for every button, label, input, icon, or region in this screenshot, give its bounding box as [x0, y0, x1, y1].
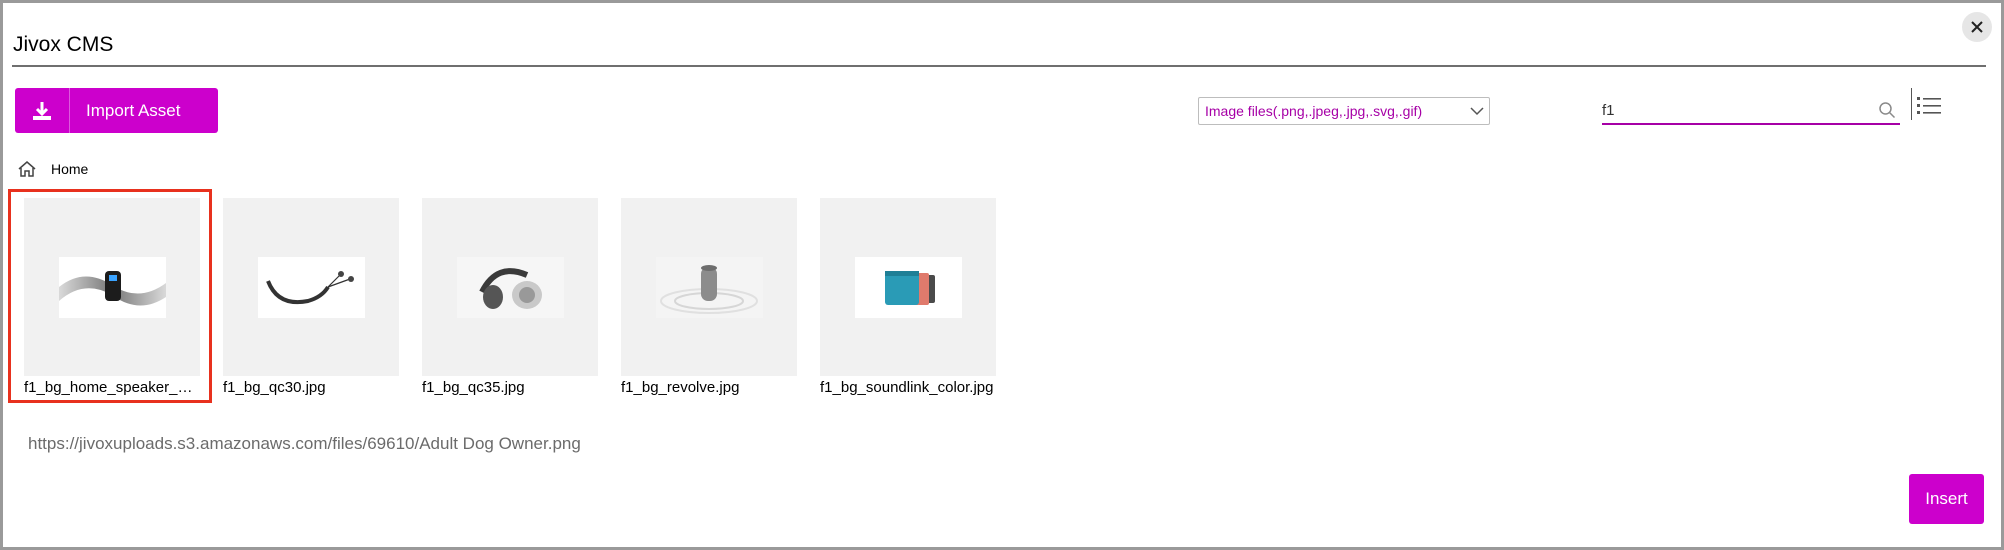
import-asset-button[interactable]: Import Asset [15, 88, 218, 133]
headphones-thumbnail-icon [456, 256, 564, 318]
asset-thumbnail[interactable] [820, 198, 996, 376]
asset-card[interactable]: f1_bg_soundlink_color.jpg [820, 198, 996, 396]
asset-name: f1_bg_revolve.jpg [621, 379, 740, 396]
asset-thumbnail[interactable] [24, 198, 200, 376]
download-icon [15, 88, 70, 133]
list-view-button[interactable] [1916, 95, 1942, 117]
earbuds-thumbnail-icon [257, 256, 365, 318]
selected-asset-url: https://jivoxuploads.s3.amazonaws.com/fi… [28, 434, 581, 453]
search-field[interactable] [1602, 97, 1900, 125]
close-icon [1971, 21, 1983, 33]
revolve-speaker-thumbnail-icon [655, 256, 763, 318]
asset-thumbnail[interactable] [223, 198, 399, 376]
asset-card[interactable]: f1_bg_qc35.jpg [422, 198, 598, 396]
search-input[interactable] [1602, 101, 1874, 119]
breadcrumb-home[interactable]: Home [51, 161, 88, 177]
list-icon [1917, 97, 1941, 114]
asset-card[interactable]: f1_bg_home_speaker_500.jpg [24, 198, 200, 396]
asset-card[interactable]: f1_bg_revolve.jpg [621, 198, 797, 396]
asset-card[interactable]: f1_bg_qc30.jpg [223, 198, 399, 396]
file-type-select[interactable]: Image files(.png,.jpeg,.jpg,.svg,.gif) [1198, 97, 1490, 125]
search-icon[interactable] [1874, 101, 1900, 119]
dialog-title: Jivox CMS [13, 33, 114, 56]
asset-name: f1_bg_soundlink_color.jpg [820, 379, 994, 396]
chevron-down-icon [1465, 106, 1489, 116]
asset-thumbnail[interactable] [621, 198, 797, 376]
insert-button[interactable]: Insert [1909, 474, 1984, 524]
speaker-thumbnail-icon [58, 256, 166, 318]
asset-name: f1_bg_qc35.jpg [422, 379, 525, 396]
import-asset-label: Import Asset [86, 100, 181, 120]
title-divider [12, 65, 1986, 67]
file-type-value: Image files(.png,.jpeg,.jpg,.svg,.gif) [1205, 103, 1423, 119]
close-button[interactable] [1962, 12, 1992, 42]
view-toggle-divider [1911, 88, 1912, 120]
asset-thumbnail[interactable] [422, 198, 598, 376]
asset-name: f1_bg_home_speaker_500.jpg [24, 379, 200, 396]
asset-name: f1_bg_qc30.jpg [223, 379, 326, 396]
home-icon[interactable] [17, 160, 37, 178]
breadcrumb: Home [17, 160, 88, 178]
soundlink-thumbnail-icon [854, 256, 962, 318]
